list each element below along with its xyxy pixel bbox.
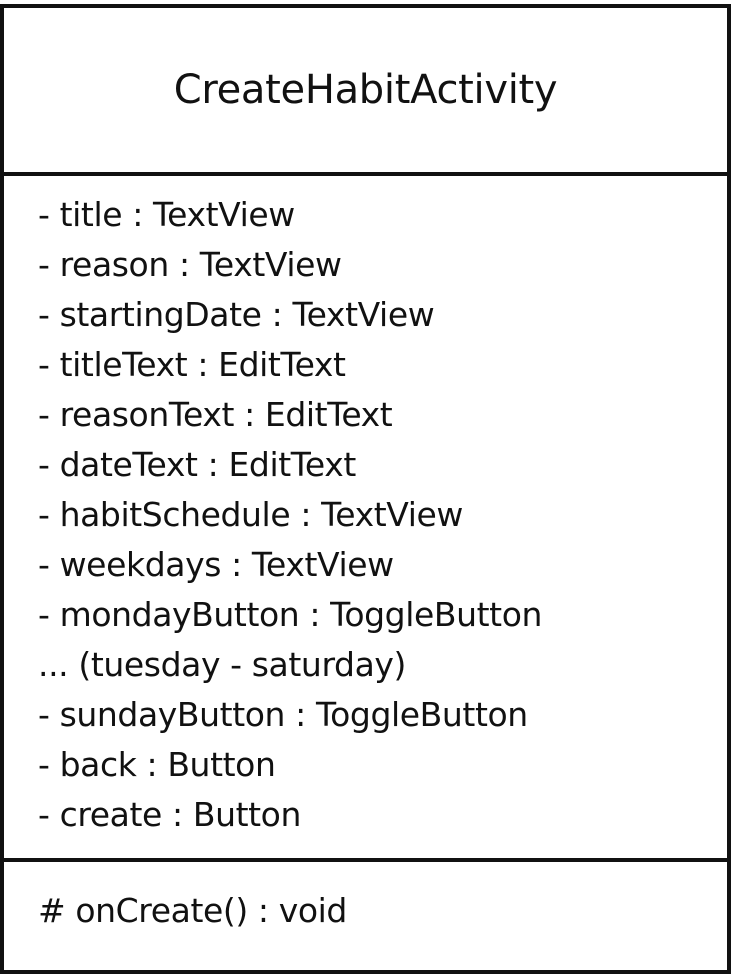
attribute-ellipsis: ... (tuesday - saturday) [38,645,406,684]
attribute-weekdays: - weekdays : TextView [38,545,394,584]
attribute-reason: - reason : TextView [38,245,342,284]
attribute-starting-date: - startingDate : TextView [38,295,435,334]
attribute-title: - title : TextView [38,195,295,234]
attribute-create: - create : Button [38,795,301,834]
attribute-monday-button: - mondayButton : ToggleButton [38,595,543,634]
operations-compartment: # onCreate() : void [4,862,727,970]
attribute-date-text: - dateText : EditText [38,445,356,484]
attribute-sunday-button: - sundayButton : ToggleButton [38,695,528,734]
attribute-back: - back : Button [38,745,276,784]
attribute-habit-schedule: - habitSchedule : TextView [38,495,463,534]
attribute-reason-text: - reasonText : EditText [38,395,393,434]
class-name-compartment: CreateHabitActivity [4,8,727,176]
operation-on-create: # onCreate() : void [38,891,347,930]
uml-class-box: CreateHabitActivity - title : TextView -… [0,4,731,974]
attributes-compartment: - title : TextView - reason : TextView -… [4,176,727,862]
class-name: CreateHabitActivity [173,67,558,113]
attribute-title-text: - titleText : EditText [38,345,346,384]
